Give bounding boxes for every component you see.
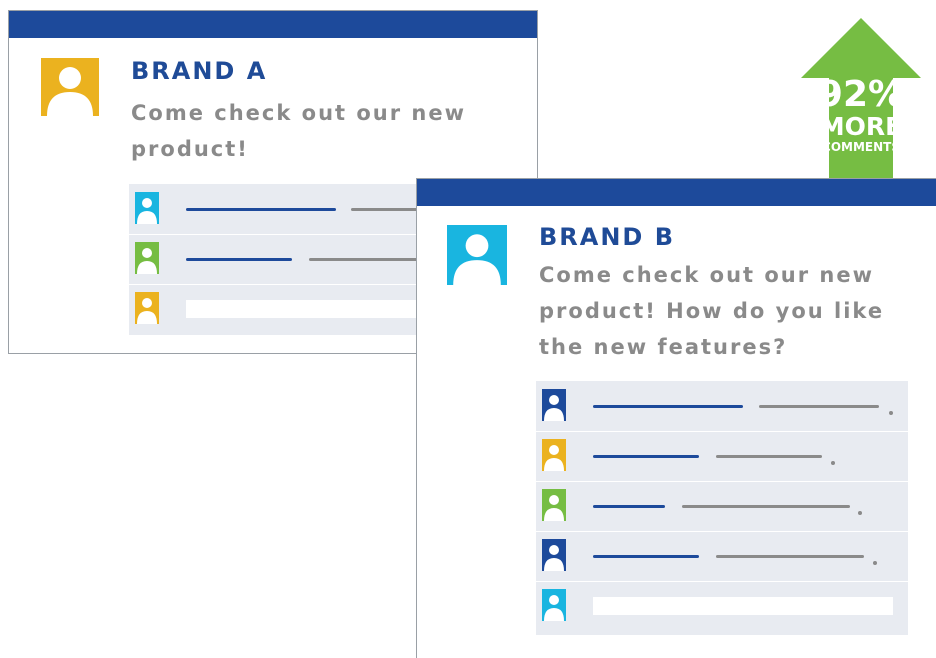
post-message: Come check out our new product! bbox=[131, 101, 467, 161]
comment-dot bbox=[858, 511, 862, 515]
commenter-name bbox=[186, 208, 336, 211]
card-header-bar bbox=[9, 11, 537, 38]
brand-name: BRAND B bbox=[539, 223, 676, 251]
comment-dot bbox=[889, 411, 893, 415]
comment-dot bbox=[873, 561, 877, 565]
badge-comments: COMMENTS bbox=[822, 140, 900, 154]
comment-dot bbox=[831, 461, 835, 465]
post-card-brand-b: BRAND B Come check out our new product! … bbox=[416, 178, 936, 658]
comment-text bbox=[682, 505, 850, 508]
comment-list bbox=[536, 381, 908, 635]
comment-row bbox=[536, 381, 908, 432]
user-icon bbox=[542, 489, 566, 521]
comment-row bbox=[536, 431, 908, 482]
user-icon bbox=[41, 58, 99, 116]
badge-more: MORE bbox=[819, 112, 903, 141]
commenter-name bbox=[593, 555, 699, 558]
badge-percent: 92% bbox=[817, 74, 905, 115]
comment-list bbox=[129, 184, 459, 335]
user-icon bbox=[542, 589, 566, 621]
brand-name: BRAND A bbox=[131, 57, 268, 85]
comment-text bbox=[716, 555, 864, 558]
commenter-name bbox=[593, 505, 665, 508]
commenter-name bbox=[593, 405, 743, 408]
more-comments-badge: 92% MORE COMMENTS bbox=[797, 16, 925, 178]
comment-row bbox=[129, 284, 459, 334]
user-icon bbox=[135, 292, 159, 324]
card-header-bar bbox=[417, 179, 936, 206]
comment-row bbox=[129, 184, 459, 235]
user-icon bbox=[135, 242, 159, 274]
commenter-name bbox=[593, 455, 699, 458]
user-icon bbox=[542, 439, 566, 471]
comment-input[interactable] bbox=[593, 597, 893, 615]
comment-text bbox=[759, 405, 879, 408]
comment-row bbox=[536, 531, 908, 582]
post-message: Come check out our new product! How do y… bbox=[539, 263, 885, 359]
comment-row bbox=[536, 481, 908, 532]
comment-row bbox=[129, 234, 459, 285]
user-icon bbox=[135, 192, 159, 224]
user-icon bbox=[542, 539, 566, 571]
commenter-name bbox=[186, 258, 292, 261]
user-icon bbox=[447, 225, 507, 285]
comment-row bbox=[536, 581, 908, 631]
comment-text bbox=[716, 455, 822, 458]
user-icon bbox=[542, 389, 566, 421]
